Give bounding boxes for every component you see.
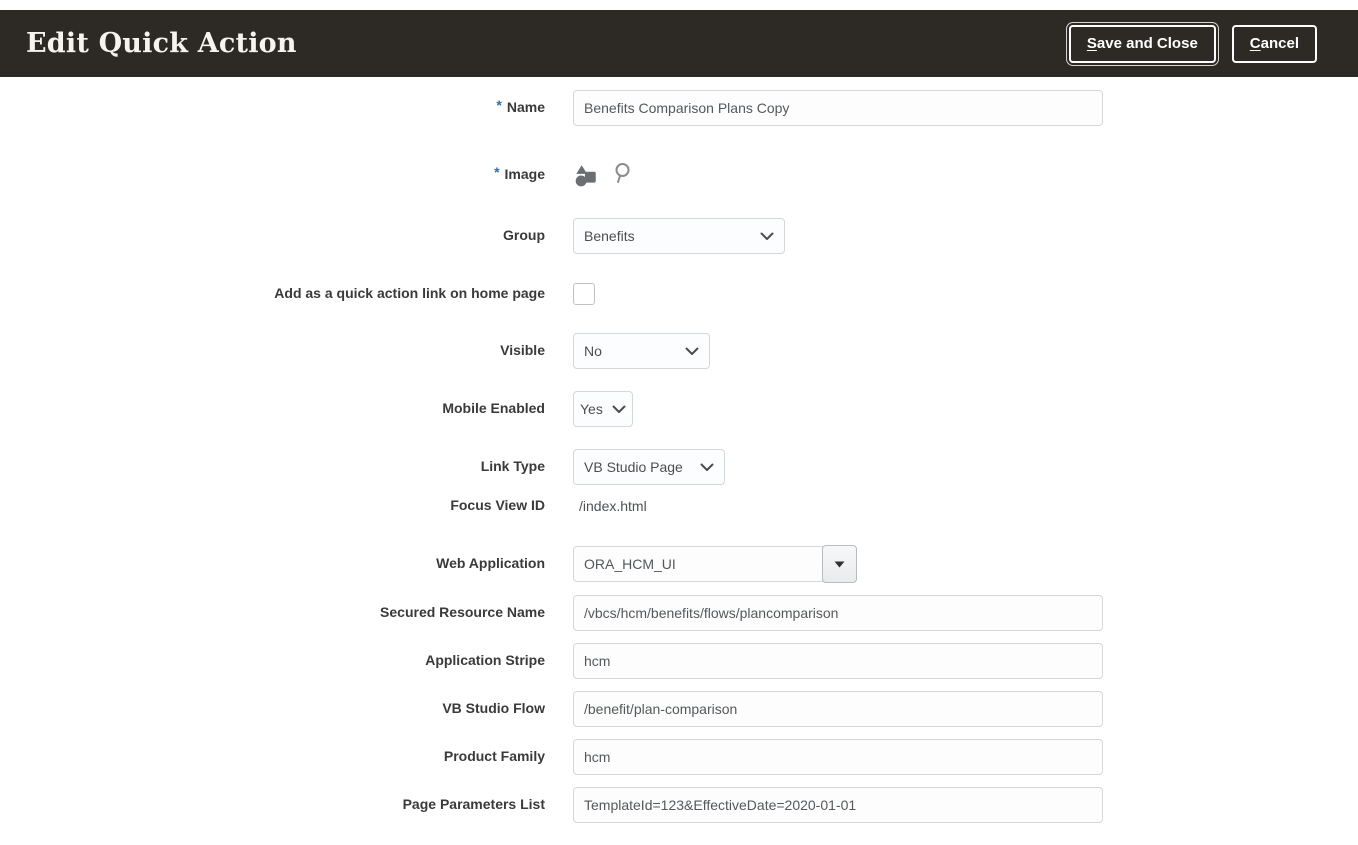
field-row-application-stripe: Application Stripe [0,643,1358,679]
link-type-select-value: VB Studio Page [584,459,683,475]
field-row-focus-view-id: Focus View ID /index.html [0,496,1358,516]
cancel-button[interactable]: Cancel [1232,25,1317,63]
visible-select-value: No [584,343,602,359]
image-shapes-icon[interactable] [573,162,599,188]
application-stripe-label: Application Stripe [425,652,545,668]
field-row-secured-resource-name: Secured Resource Name [0,595,1358,631]
top-strip [0,0,1358,10]
field-row-link-type: Link Type VB Studio Page [0,449,1358,485]
chevron-down-icon [760,232,774,241]
focus-view-id-value: /index.html [573,498,647,514]
name-label: Name [507,99,545,115]
secured-resource-name-input[interactable] [573,595,1103,631]
vb-studio-flow-input[interactable] [573,691,1103,727]
focus-view-id-label: Focus View ID [450,497,545,513]
mobile-enabled-label: Mobile Enabled [442,400,545,416]
visible-label: Visible [500,342,545,358]
web-application-label: Web Application [436,555,545,571]
chevron-down-icon [685,347,699,356]
home-page-link-label: Add as a quick action link on home page [274,285,545,301]
group-label: Group [503,227,545,243]
secured-resource-name-label: Secured Resource Name [380,604,545,620]
web-application-input[interactable] [573,546,823,582]
search-icon[interactable] [611,162,633,188]
dropdown-triangle-icon [834,561,845,568]
group-select[interactable]: Benefits [573,218,785,254]
field-row-product-family: Product Family [0,739,1358,775]
product-family-label: Product Family [444,748,545,764]
group-select-value: Benefits [584,228,635,244]
web-application-combobox [573,545,857,583]
field-row-page-parameters-list: Page Parameters List [0,787,1358,823]
required-marker: * [496,97,501,113]
header-bar: Edit Quick Action Save and Close Cancel [0,10,1358,77]
home-page-link-checkbox[interactable] [573,283,595,305]
web-application-dropdown-button[interactable] [822,545,857,583]
field-row-group: Group Benefits [0,218,1358,254]
mobile-enabled-select-value: Yes [580,401,603,417]
field-row-image: * Image [0,156,1358,193]
link-type-select[interactable]: VB Studio Page [573,449,725,485]
name-input[interactable] [573,90,1103,126]
visible-select[interactable]: No [573,333,710,369]
page-title: Edit Quick Action [26,28,297,59]
field-row-mobile-enabled: Mobile Enabled Yes [0,391,1358,427]
application-stripe-input[interactable] [573,643,1103,679]
image-label: Image [505,166,545,182]
field-row-name: * Name [0,90,1358,126]
field-row-visible: Visible No [0,333,1358,369]
required-marker: * [494,164,499,180]
header-actions: Save and Close Cancel [1069,25,1317,63]
link-type-label: Link Type [481,458,545,474]
mobile-enabled-select[interactable]: Yes [573,391,633,427]
field-row-web-application: Web Application [0,545,1358,583]
page-parameters-list-input[interactable] [573,787,1103,823]
field-row-home-page-link: Add as a quick action link on home page [0,283,1358,305]
edit-quick-action-form: * Name * Image Group [0,90,1358,823]
vb-studio-flow-label: VB Studio Flow [442,700,545,716]
save-and-close-button[interactable]: Save and Close [1069,25,1216,63]
chevron-down-icon [612,405,626,414]
field-row-vb-studio-flow: VB Studio Flow [0,691,1358,727]
page-parameters-list-label: Page Parameters List [403,796,545,812]
product-family-input[interactable] [573,739,1103,775]
chevron-down-icon [700,463,714,472]
